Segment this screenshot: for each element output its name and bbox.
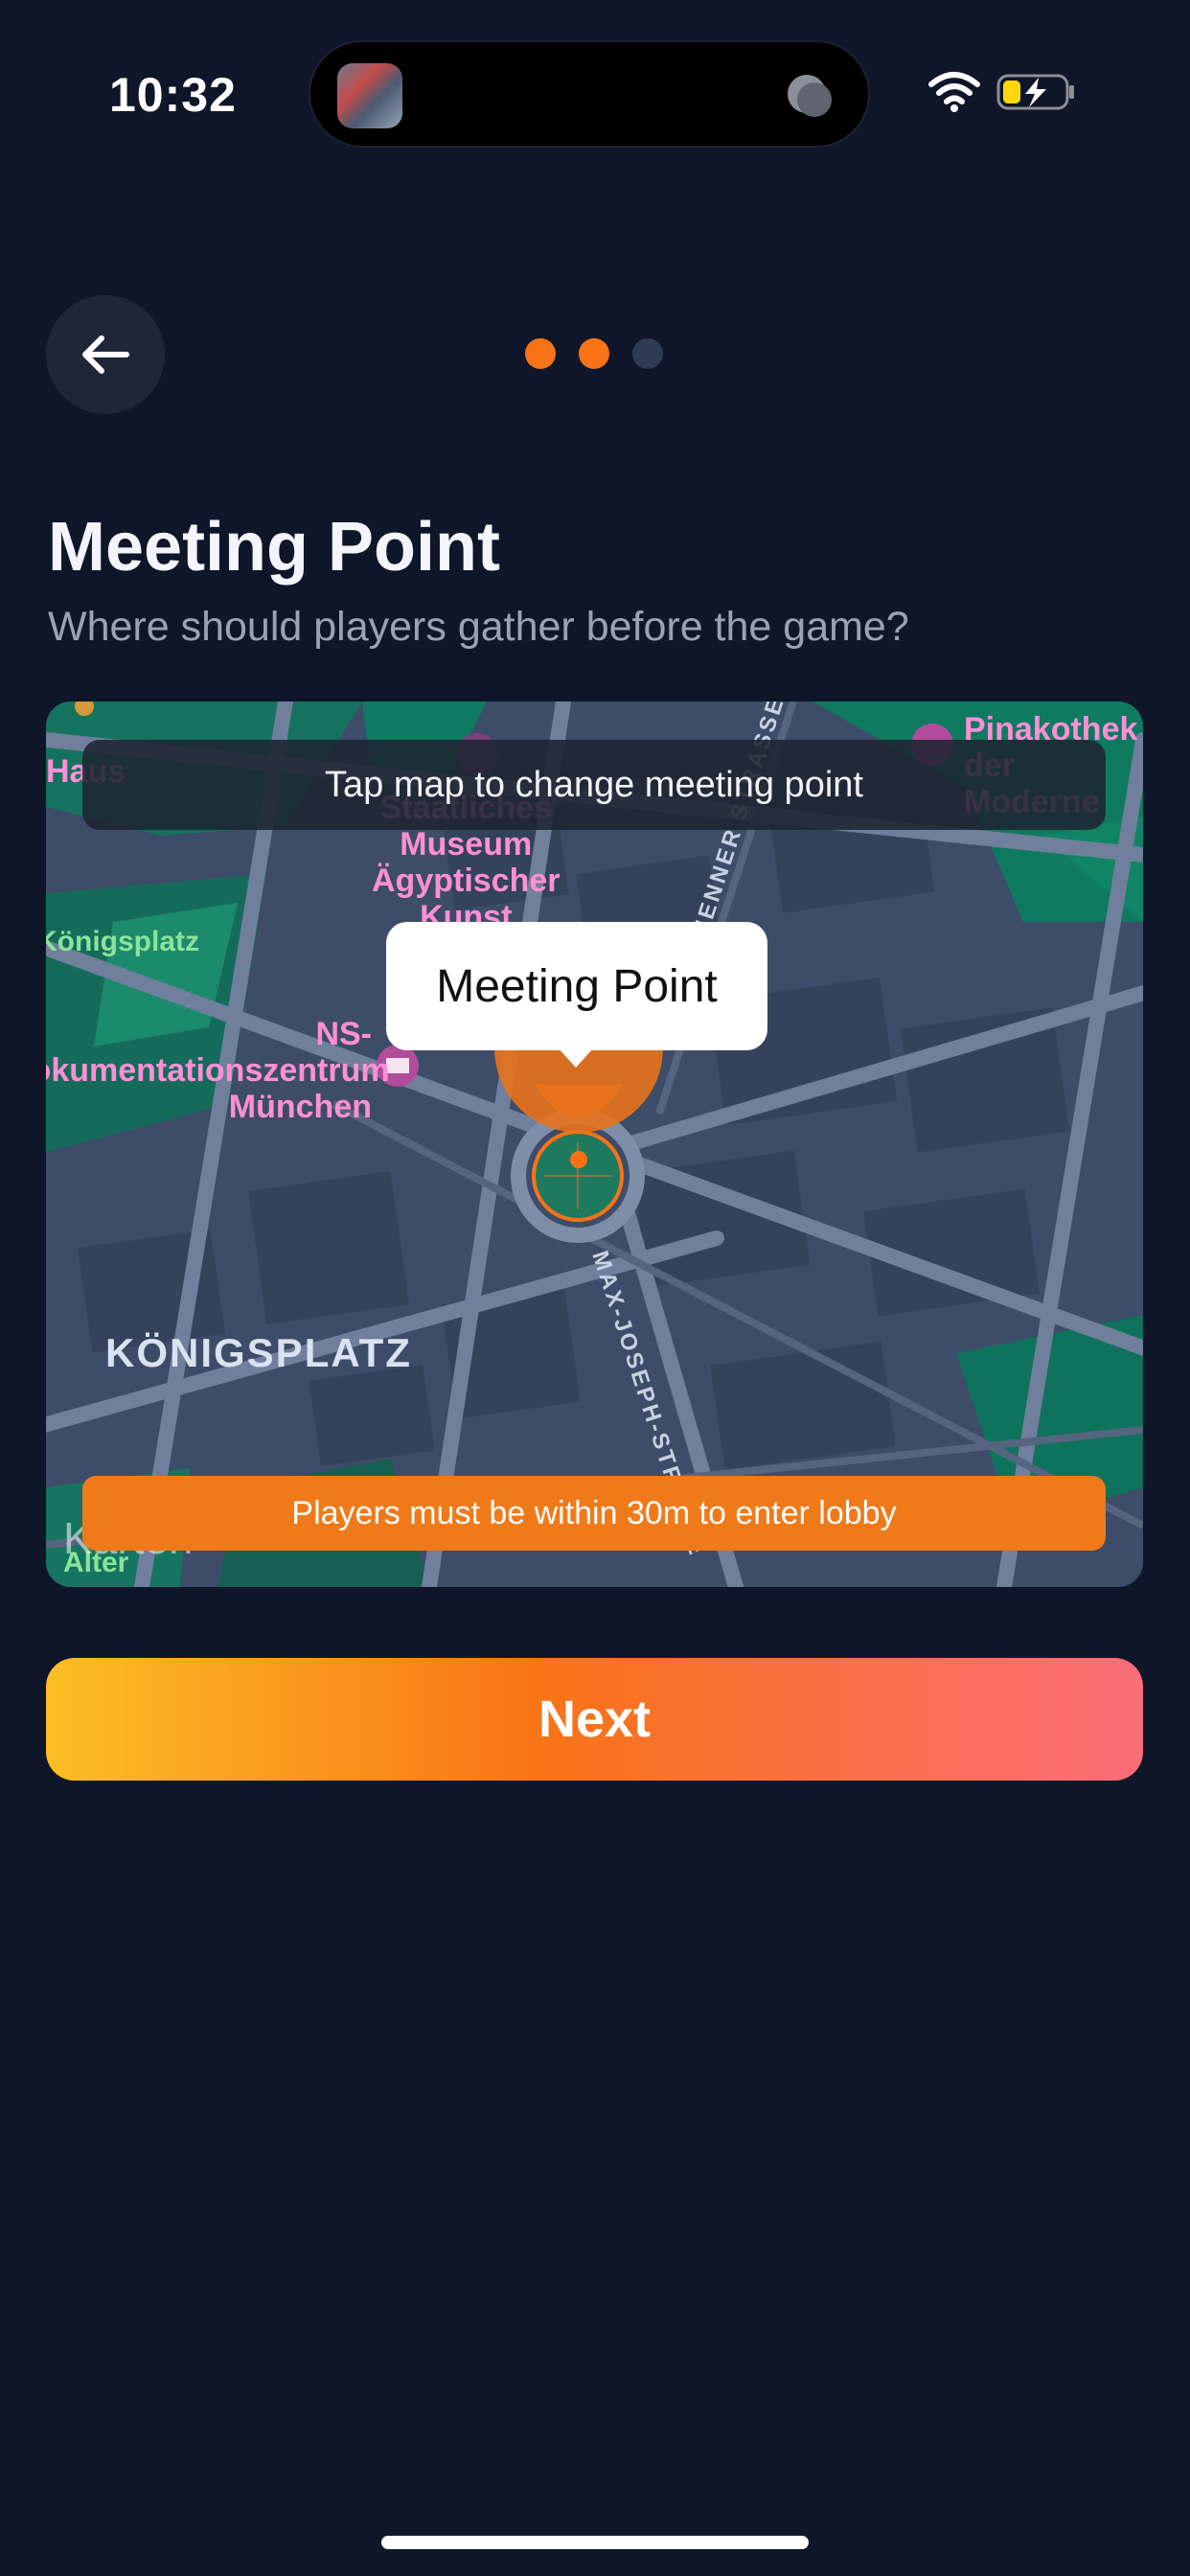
step-dot-1 <box>525 338 556 369</box>
battery-charging-icon <box>996 74 1074 110</box>
map-hint-banner: Tap map to change meeting point <box>82 740 1106 830</box>
wifi-icon <box>928 72 980 112</box>
meeting-point-map[interactable]: Pinakothek der Moderne Haus Staatliches … <box>46 702 1143 1587</box>
status-time: 10:32 <box>109 68 237 122</box>
status-bar: 10:32 <box>0 0 1190 192</box>
map-label-district: KÖNIGSPLATZ <box>105 1330 412 1375</box>
home-indicator[interactable] <box>381 2536 809 2549</box>
timer-icon <box>782 69 839 123</box>
step-dot-2 <box>579 338 609 369</box>
page-title: Meeting Point <box>48 509 500 586</box>
meeting-point-callout[interactable]: Meeting Point <box>386 922 767 1050</box>
callout-tail <box>559 1048 593 1068</box>
map-label-ns-doku: NS- Dokumentationszentrum München <box>46 1016 390 1125</box>
step-dot-3 <box>632 338 663 369</box>
back-button[interactable] <box>46 295 165 414</box>
arrow-left-icon <box>82 335 129 374</box>
map-label-konigsplatz-park: Königsplatz <box>46 926 199 957</box>
page-subtitle: Where should players gather before the g… <box>48 604 909 650</box>
step-progress <box>525 338 663 371</box>
next-button[interactable]: Next <box>46 1658 1143 1781</box>
radius-notice-banner: Players must be within 30m to enter lobb… <box>82 1476 1106 1551</box>
app-thumbnail-icon <box>337 63 402 128</box>
map-background <box>46 702 1143 1587</box>
dynamic-island <box>309 40 870 148</box>
